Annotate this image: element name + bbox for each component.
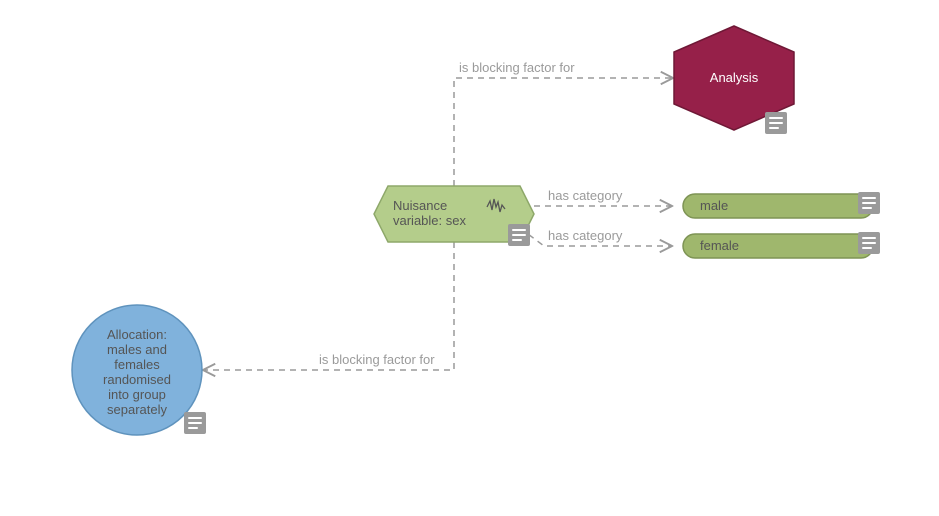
document-icon (508, 224, 530, 246)
edge-category-female: has category (520, 228, 671, 246)
edge-label: is blocking factor for (459, 60, 575, 75)
document-icon (858, 192, 880, 214)
node-allocation[interactable]: Allocation: males and females randomised… (72, 305, 206, 435)
document-icon (765, 112, 787, 134)
edge-label: has category (548, 228, 623, 243)
edge-category-male: has category (534, 188, 671, 206)
document-icon (858, 232, 880, 254)
edge-blocking-analysis: is blocking factor for (454, 60, 672, 186)
diagram-canvas: is blocking factor for has category has … (0, 0, 939, 516)
edge-label: has category (548, 188, 623, 203)
node-nuisance-variable[interactable]: Nuisance variable: sex (374, 186, 534, 246)
node-category-male[interactable]: male (683, 192, 880, 218)
edge-blocking-allocation: is blocking factor for (204, 242, 454, 370)
document-icon (184, 412, 206, 434)
node-category-female[interactable]: female (683, 232, 880, 258)
edge-label: is blocking factor for (319, 352, 435, 367)
node-analysis[interactable]: Analysis (674, 26, 794, 134)
